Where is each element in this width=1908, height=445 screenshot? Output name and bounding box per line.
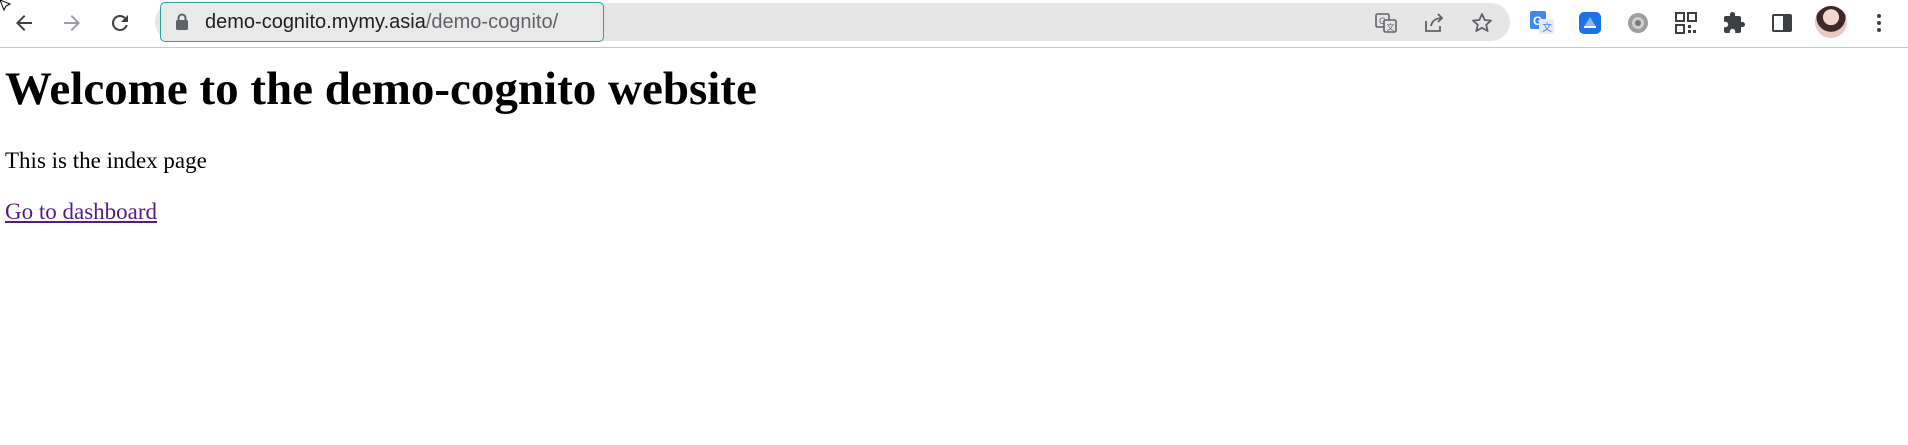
blue-extension-button[interactable] xyxy=(1573,6,1607,40)
google-translate-extension-button[interactable]: G文 xyxy=(1525,6,1559,40)
url-path: /demo-cognito/ xyxy=(425,11,559,33)
side-panel-button[interactable] xyxy=(1765,6,1799,40)
side-panel-icon xyxy=(1772,14,1792,32)
url-host: demo-cognito.mymy.asia xyxy=(205,11,426,33)
forward-arrow-icon xyxy=(64,15,80,31)
forward-button[interactable] xyxy=(54,5,90,41)
qr-code-icon xyxy=(1675,12,1697,34)
browser-toolbar: demo-cognito.mymy.asia/demo-cognito/ G文 … xyxy=(0,0,1908,48)
share-button[interactable] xyxy=(1419,8,1449,38)
blue-extension-icon xyxy=(1579,12,1601,34)
share-icon xyxy=(1425,13,1444,32)
mouse-cursor-icon xyxy=(0,0,12,12)
menu-button[interactable] xyxy=(1862,6,1896,40)
back-arrow-icon xyxy=(16,15,32,31)
svg-text:文: 文 xyxy=(1387,22,1395,32)
translate-icon: G文 xyxy=(1375,13,1397,33)
google-translate-extension-icon: G文 xyxy=(1530,11,1554,34)
gear-extension-icon xyxy=(1628,13,1648,33)
reload-icon xyxy=(111,14,128,31)
bookmark-button[interactable] xyxy=(1467,8,1497,38)
index-paragraph: This is the index page xyxy=(5,148,207,173)
svg-text:文: 文 xyxy=(1542,21,1552,34)
kebab-menu-icon xyxy=(1877,14,1881,32)
star-icon xyxy=(1472,13,1492,32)
dashboard-link[interactable]: Go to dashboard xyxy=(5,199,157,225)
puzzle-extensions-icon xyxy=(1724,12,1745,33)
page-title: Welcome to the demo-cognito website xyxy=(5,63,757,115)
qr-code-button[interactable] xyxy=(1669,6,1703,40)
url-text[interactable]: demo-cognito.mymy.asia/demo-cognito/ xyxy=(205,9,558,35)
extensions-button[interactable] xyxy=(1717,6,1751,40)
gear-extension-button[interactable] xyxy=(1621,6,1655,40)
reload-button[interactable] xyxy=(102,5,138,41)
lock-icon[interactable] xyxy=(173,12,191,32)
avatar[interactable] xyxy=(1815,6,1847,38)
translate-button[interactable]: G文 xyxy=(1371,8,1401,38)
